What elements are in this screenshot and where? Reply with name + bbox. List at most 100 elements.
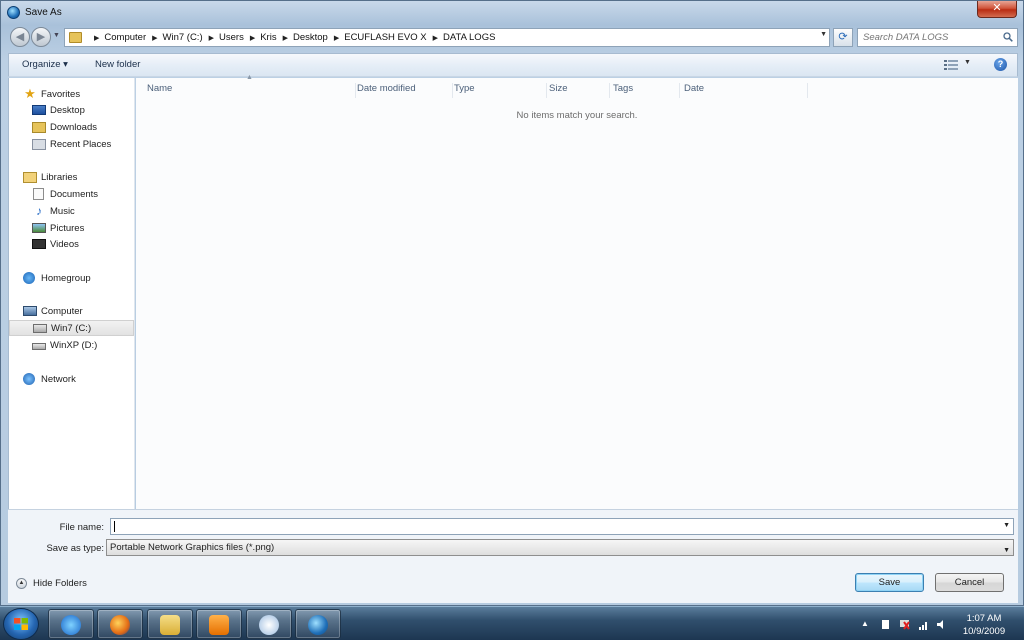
chevron-right-icon[interactable]: ▶ <box>283 34 288 42</box>
views-dropdown-icon[interactable]: ▼ <box>964 59 971 66</box>
signal-icon[interactable] <box>918 619 929 630</box>
column-header-name[interactable]: Name <box>147 83 356 98</box>
breadcrumb-computer[interactable]: Computer <box>104 32 146 43</box>
libraries-icon <box>23 171 37 183</box>
chevron-right-icon[interactable]: ▶ <box>334 34 339 42</box>
taskbar-firefox[interactable] <box>97 609 143 639</box>
recent-pages-dropdown[interactable]: ▼ <box>53 32 60 39</box>
hide-folders-label: Hide Folders <box>33 578 87 589</box>
search-input[interactable] <box>858 29 998 46</box>
taskbar: ▲ 1:07 AM 10/9/2009 <box>0 606 1024 640</box>
nav-label: Pictures <box>50 222 85 234</box>
nav-network[interactable]: Network <box>9 371 134 387</box>
file-list[interactable]: ▲ Name Date modified Type Size Tags Date… <box>136 74 1018 509</box>
folder-icon <box>160 615 180 635</box>
nav-label: Homegroup <box>41 272 91 284</box>
nav-label: Recent Places <box>50 138 112 150</box>
nav-label: Music <box>50 205 75 217</box>
media-player-icon <box>209 615 229 635</box>
help-icon[interactable]: ? <box>994 58 1007 71</box>
column-header-type[interactable]: Type <box>454 83 547 98</box>
nav-label: Videos <box>50 238 79 250</box>
forward-button[interactable]: ▶ <box>31 27 51 47</box>
nav-label: Documents <box>50 188 99 200</box>
network-status-icon[interactable] <box>899 619 910 630</box>
nav-desktop[interactable]: Desktop <box>9 102 134 118</box>
nav-label: WinXP (D:) <box>50 339 98 351</box>
desktop-icon <box>32 105 46 115</box>
taskbar-internet-explorer[interactable] <box>48 609 94 639</box>
music-icon: ♪ <box>36 204 42 218</box>
breadcrumb-ecuflash[interactable]: ECUFLASH EVO X <box>344 32 426 43</box>
nav-libraries[interactable]: Libraries <box>9 169 134 185</box>
cancel-button[interactable]: Cancel <box>935 573 1004 592</box>
taskbar-paint[interactable] <box>246 609 292 639</box>
nav-label: Network <box>41 373 76 385</box>
column-header-date[interactable]: Date <box>684 83 808 98</box>
clock-date: 10/9/2009 <box>962 626 1006 637</box>
nav-label: Desktop <box>50 104 85 116</box>
column-header-size[interactable]: Size <box>549 83 610 98</box>
breadcrumb-desktop[interactable]: Desktop <box>293 32 328 43</box>
nav-winxp-drive[interactable]: WinXP (D:) <box>9 337 134 353</box>
address-dropdown-icon[interactable]: ▼ <box>820 31 827 38</box>
nav-documents[interactable]: Documents <box>9 186 134 202</box>
chevron-right-icon[interactable]: ▶ <box>152 34 157 42</box>
views-icon[interactable] <box>944 60 958 70</box>
clock[interactable]: 1:07 AM 10/9/2009 <box>955 612 1013 638</box>
breadcrumb-users[interactable]: Users <box>219 32 244 43</box>
nav-label: Computer <box>41 305 83 317</box>
nav-favorites[interactable]: ★ Favorites <box>9 86 134 102</box>
nav-homegroup[interactable]: Homegroup <box>9 270 134 286</box>
column-header-date-modified[interactable]: Date modified <box>357 83 453 98</box>
recent-places-icon <box>32 138 46 150</box>
start-button[interactable] <box>3 608 39 640</box>
taskbar-media-player[interactable] <box>196 609 242 639</box>
nav-recent-places[interactable]: Recent Places <box>9 136 134 152</box>
chevron-right-icon[interactable]: ▶ <box>94 34 99 42</box>
close-button[interactable]: ✕ <box>977 1 1017 18</box>
new-folder-button[interactable]: New folder <box>95 59 140 70</box>
address-bar[interactable]: ▶ Computer ▶ Win7 (C:) ▶ Users ▶ Kris ▶ … <box>64 28 830 47</box>
save-button[interactable]: Save <box>855 573 924 592</box>
nav-win7-drive[interactable]: Win7 (C:) <box>9 320 134 336</box>
videos-icon <box>32 239 46 249</box>
action-center-icon[interactable] <box>880 619 891 630</box>
search-icon[interactable] <box>1003 32 1013 42</box>
breadcrumb-data-logs[interactable]: DATA LOGS <box>443 32 495 43</box>
taskbar-save-as-window[interactable] <box>295 609 341 639</box>
homegroup-icon <box>23 272 35 284</box>
nav-music[interactable]: ♪ Music <box>9 203 134 219</box>
nav-pictures[interactable]: Pictures <box>9 220 134 236</box>
show-hidden-icons[interactable]: ▲ <box>861 619 869 628</box>
save-type-select[interactable]: Portable Network Graphics files (*.png) … <box>106 539 1014 556</box>
pictures-icon <box>32 223 46 233</box>
windows-logo-icon <box>14 618 28 630</box>
back-button[interactable]: ◀ <box>10 27 30 47</box>
nav-downloads[interactable]: Downloads <box>9 119 134 135</box>
search-box[interactable] <box>857 28 1018 47</box>
organize-button[interactable]: Organize ▾ <box>22 59 68 70</box>
nav-computer[interactable]: Computer <box>9 303 134 319</box>
taskbar-explorer[interactable] <box>147 609 193 639</box>
file-name-dropdown-icon[interactable]: ▼ <box>1003 522 1010 529</box>
chevron-right-icon[interactable]: ▶ <box>209 34 214 42</box>
column-headers: ▲ Name Date modified Type Size Tags Date <box>136 74 1018 98</box>
file-name-field[interactable]: ▼ <box>110 518 1014 535</box>
volume-icon[interactable] <box>936 619 947 630</box>
refresh-button[interactable]: ⟳ <box>833 28 853 47</box>
file-name-label: File name: <box>59 522 104 533</box>
breadcrumb-win7[interactable]: Win7 (C:) <box>163 32 203 43</box>
folder-icon <box>69 32 82 43</box>
title-bar[interactable]: Save As ✕ <box>1 1 1023 25</box>
nav-videos[interactable]: Videos <box>9 236 134 252</box>
hide-folders-button[interactable]: ▲ Hide Folders <box>16 578 87 589</box>
app-globe-icon <box>7 6 20 19</box>
chevron-right-icon[interactable]: ▶ <box>433 34 438 42</box>
save-type-dropdown-icon[interactable]: ▼ <box>1003 543 1010 558</box>
network-icon <box>23 373 35 385</box>
chevron-right-icon[interactable]: ▶ <box>250 34 255 42</box>
column-header-tags[interactable]: Tags <box>613 83 680 98</box>
breadcrumb-kris[interactable]: Kris <box>260 32 276 43</box>
file-name-input[interactable] <box>111 519 991 534</box>
